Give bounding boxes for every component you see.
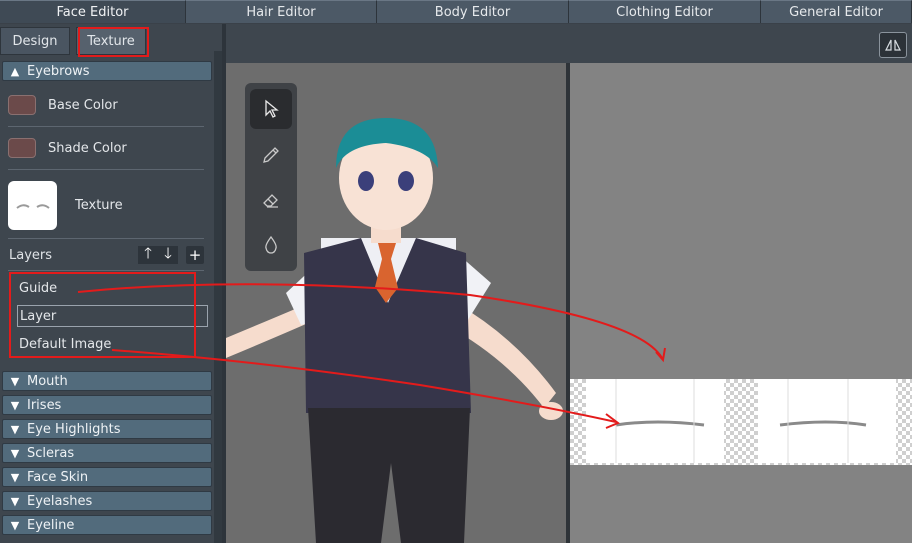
chevron-down-icon: ▼ <box>10 494 20 508</box>
shade-color-row[interactable]: Shade Color <box>8 138 127 158</box>
add-layer-button[interactable]: + <box>186 246 204 264</box>
base-color-row[interactable]: Base Color <box>8 95 118 115</box>
divider <box>8 270 204 271</box>
chevron-down-icon: ▼ <box>10 422 20 436</box>
eyebrow-texture-left <box>586 379 724 463</box>
base-color-swatch[interactable] <box>8 95 36 115</box>
tab-general-editor[interactable]: General Editor <box>761 0 912 23</box>
eraser-icon[interactable] <box>250 180 292 220</box>
chevron-down-icon: ▼ <box>10 374 20 388</box>
divider <box>8 169 204 170</box>
select-arrow-icon[interactable] <box>250 89 292 129</box>
section-label: Eye Highlights <box>27 421 121 437</box>
section-mouth[interactable]: ▼ Mouth <box>2 371 212 391</box>
symmetry-mirror-icon[interactable] <box>879 32 907 58</box>
drawing-toolbar <box>245 83 297 271</box>
eyebrow-texture-right <box>758 379 896 463</box>
chevron-up-icon: ▲ <box>10 64 20 78</box>
section-eyebrows[interactable]: ▲ Eyebrows <box>2 61 212 81</box>
eyebrow-preview-icon <box>15 203 50 209</box>
chevron-down-icon: ▼ <box>10 446 20 460</box>
section-label: Scleras <box>27 445 75 461</box>
layers-highlight <box>9 272 196 358</box>
section-label: Eyeline <box>27 517 75 533</box>
section-label: Irises <box>27 397 62 413</box>
tab-body-editor[interactable]: Body Editor <box>377 0 569 23</box>
tab-clothing-editor[interactable]: Clothing Editor <box>569 0 761 23</box>
chevron-down-icon: ▼ <box>10 470 20 484</box>
texture-label: Texture <box>75 198 123 213</box>
pencil-icon[interactable] <box>250 135 292 175</box>
section-scleras[interactable]: ▼ Scleras <box>2 443 212 463</box>
editor-tab-bar: Face Editor Hair Editor Body Editor Clot… <box>0 0 912 23</box>
section-irises[interactable]: ▼ Irises <box>2 395 212 415</box>
section-eyeline[interactable]: ▼ Eyeline <box>2 515 212 535</box>
tab-hair-editor[interactable]: Hair Editor <box>186 0 377 23</box>
section-label: Eyebrows <box>27 63 90 79</box>
panel-scrollbar[interactable] <box>214 51 222 543</box>
divider <box>8 126 204 127</box>
section-label: Eyelashes <box>27 493 93 509</box>
section-label: Mouth <box>27 373 68 389</box>
base-color-label: Base Color <box>48 97 118 113</box>
shade-color-swatch[interactable] <box>8 138 36 158</box>
divider <box>8 238 204 239</box>
viewport-header <box>222 24 912 63</box>
section-face-skin[interactable]: ▼ Face Skin <box>2 467 212 487</box>
vroid-studio-window: Face Editor Hair Editor Body Editor Clot… <box>0 0 912 543</box>
section-eyelashes[interactable]: ▼ Eyelashes <box>2 491 212 511</box>
move-layer-down-icon[interactable]: 🡓 <box>158 244 178 264</box>
chevron-down-icon: ▼ <box>10 398 20 412</box>
move-layer-up-icon[interactable]: 🡑 <box>138 244 158 264</box>
layers-label: Layers <box>9 248 53 263</box>
section-label: Face Skin <box>27 469 89 485</box>
tab-design[interactable]: Design <box>0 27 70 55</box>
fill-drop-icon[interactable] <box>250 225 292 265</box>
chevron-down-icon: ▼ <box>10 518 20 532</box>
texture-tab-highlight <box>78 27 149 57</box>
section-eye-highlights[interactable]: ▼ Eye Highlights <box>2 419 212 439</box>
eyebrow-texture-thumbnail[interactable] <box>8 181 57 230</box>
layer-controls: 🡑 🡓 + <box>138 244 204 264</box>
texture-canvas[interactable] <box>570 63 912 543</box>
tab-face-editor[interactable]: Face Editor <box>0 0 186 23</box>
shade-color-label: Shade Color <box>48 140 127 156</box>
